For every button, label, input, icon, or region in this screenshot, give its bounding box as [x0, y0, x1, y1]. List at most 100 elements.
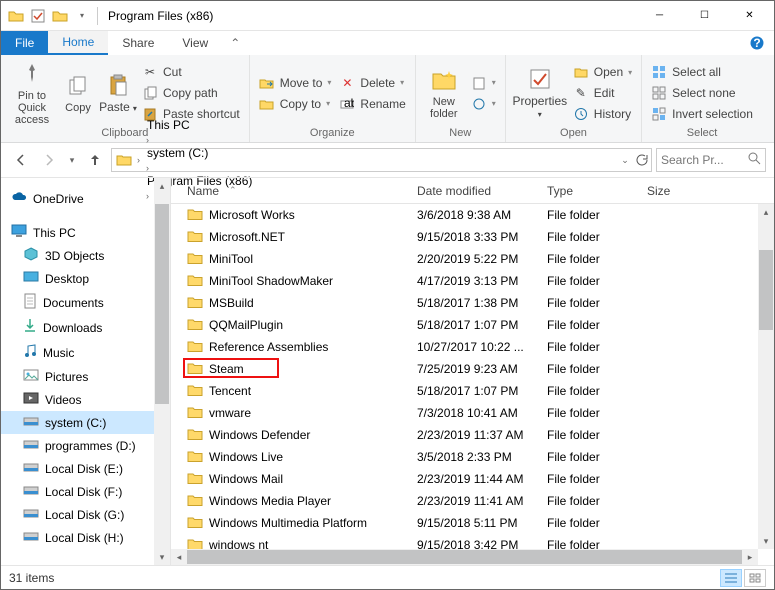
new-item-button[interactable]: ▾: [468, 74, 499, 92]
view-large-button[interactable]: [744, 569, 766, 587]
file-name: MiniTool ShadowMaker: [209, 274, 333, 288]
newfolder-qat-icon[interactable]: [51, 7, 69, 25]
cut-button[interactable]: ✂Cut: [139, 63, 243, 81]
minimize-button[interactable]: ─: [637, 1, 682, 30]
sidebar-item[interactable]: Pictures: [1, 365, 170, 388]
copy-icon: [64, 72, 92, 100]
table-row[interactable]: Windows Live3/5/2018 2:33 PMFile folder: [171, 446, 758, 468]
delete-icon: ✕: [339, 75, 355, 91]
col-type[interactable]: Type: [547, 184, 647, 198]
column-headers[interactable]: Name⌃ Date modified Type Size: [171, 178, 774, 204]
copy-to-button[interactable]: Copy to ▾: [256, 95, 335, 113]
col-name[interactable]: Name: [187, 184, 219, 198]
paste-button[interactable]: Paste ▾: [99, 57, 137, 127]
sidebar-item[interactable]: Downloads: [1, 315, 170, 340]
properties-qat-icon[interactable]: [29, 7, 47, 25]
table-row[interactable]: QQMailPlugin5/18/2017 1:07 PMFile folder: [171, 314, 758, 336]
history-button[interactable]: History: [570, 105, 635, 123]
delete-button[interactable]: ✕Delete ▾: [336, 74, 408, 92]
breadcrumb-seg[interactable]: system (C:): [143, 146, 256, 160]
nav-item-label: Local Disk (H:): [45, 531, 124, 545]
list-scrollbar-v[interactable]: ▴▾: [758, 204, 774, 549]
nav-item-icon: [23, 318, 37, 337]
close-button[interactable]: ✕: [727, 1, 772, 30]
copy-to-icon: [259, 96, 275, 112]
nav-back-button[interactable]: [9, 148, 33, 172]
nav-up-button[interactable]: [83, 148, 107, 172]
table-row[interactable]: Reference Assemblies10/27/2017 10:22 ...…: [171, 336, 758, 358]
table-row[interactable]: vmware7/3/2018 10:41 AMFile folder: [171, 402, 758, 424]
properties-button[interactable]: Properties ▾: [512, 57, 568, 127]
table-row[interactable]: Microsoft.NET9/15/2018 3:33 PMFile folde…: [171, 226, 758, 248]
tab-home[interactable]: Home: [48, 31, 108, 55]
table-row[interactable]: Windows Defender2/23/2019 11:37 AMFile f…: [171, 424, 758, 446]
tab-file[interactable]: File: [1, 31, 48, 55]
select-all-button[interactable]: Select all: [648, 63, 756, 81]
sidebar-item[interactable]: Local Disk (E:): [1, 457, 170, 480]
folder-qat-icon[interactable]: [7, 7, 25, 25]
select-none-button[interactable]: Select none: [648, 84, 756, 102]
breadcrumb-seg[interactable]: This PC: [143, 118, 256, 132]
table-row[interactable]: Microsoft Works3/6/2018 9:38 AMFile fold…: [171, 204, 758, 226]
copy-button[interactable]: Copy: [59, 57, 97, 127]
table-row[interactable]: Windows Mail2/23/2019 11:44 AMFile folde…: [171, 468, 758, 490]
sidebar-item[interactable]: Music: [1, 340, 170, 365]
navigation-pane[interactable]: OneDrive This PC 3D ObjectsDesktopDocume…: [1, 178, 171, 565]
table-row[interactable]: MSBuild5/18/2017 1:38 PMFile folder: [171, 292, 758, 314]
sidebar-item[interactable]: Local Disk (H:): [1, 526, 170, 549]
nav-recent-button[interactable]: ▾: [65, 148, 79, 172]
folder-icon: [187, 317, 203, 334]
search-input[interactable]: Search Pr...: [656, 148, 766, 172]
refresh-icon[interactable]: [633, 152, 649, 168]
file-type: File folder: [547, 494, 647, 508]
breadcrumb[interactable]: › This PC›system (C:)›Program Files (x86…: [111, 148, 652, 172]
maximize-button[interactable]: ☐: [682, 1, 727, 30]
new-folder-button[interactable]: New folder: [422, 57, 466, 127]
table-row[interactable]: Windows Media Player2/23/2019 11:41 AMFi…: [171, 490, 758, 512]
view-details-button[interactable]: [720, 569, 742, 587]
sidebar-item[interactable]: Local Disk (F:): [1, 480, 170, 503]
qat-dropdown-icon[interactable]: ▾: [73, 7, 91, 25]
file-date: 9/15/2018 5:11 PM: [417, 516, 547, 530]
nav-item-label: Pictures: [45, 370, 88, 384]
ribbon-collapse-icon[interactable]: ⌃: [222, 31, 248, 55]
open-button[interactable]: Open ▾: [570, 63, 635, 81]
tab-view[interactable]: View: [168, 31, 222, 55]
sidebar-item[interactable]: Documents: [1, 290, 170, 315]
col-size[interactable]: Size: [647, 184, 707, 198]
sidebar-item[interactable]: Desktop: [1, 267, 170, 290]
cut-icon: ✂: [142, 64, 158, 80]
sidebar-item[interactable]: Videos: [1, 388, 170, 411]
group-new: New: [422, 127, 499, 142]
move-to-button[interactable]: Move to ▾: [256, 74, 335, 92]
table-row[interactable]: Tencent5/18/2017 1:07 PMFile folder: [171, 380, 758, 402]
list-scrollbar-h[interactable]: ◂▸: [171, 549, 758, 565]
nav-forward-button[interactable]: [37, 148, 61, 172]
sidebar-item-thispc[interactable]: This PC: [1, 221, 170, 244]
pin-button[interactable]: Pin to Quick access: [7, 57, 57, 127]
sidebar-item[interactable]: Local Disk (G:): [1, 503, 170, 526]
sidebar-item[interactable]: 3D Objects: [1, 244, 170, 267]
sidebar-item[interactable]: system (C:): [1, 411, 170, 434]
help-icon[interactable]: ?: [740, 31, 774, 55]
copy-path-button[interactable]: Copy path: [139, 84, 243, 102]
file-type: File folder: [547, 230, 647, 244]
easy-access-button[interactable]: ▾: [468, 95, 499, 113]
svg-text:?: ?: [753, 36, 760, 50]
nav-scrollbar[interactable]: ▴▾: [154, 178, 170, 565]
invert-selection-button[interactable]: Invert selection: [648, 105, 756, 123]
sidebar-item-onedrive[interactable]: OneDrive: [1, 188, 170, 209]
file-date: 5/18/2017 1:07 PM: [417, 318, 547, 332]
rename-button[interactable]: abRename: [336, 95, 408, 113]
sidebar-item[interactable]: programmes (D:): [1, 434, 170, 457]
table-row[interactable]: MiniTool2/20/2019 5:22 PMFile folder: [171, 248, 758, 270]
table-row[interactable]: MiniTool ShadowMaker4/17/2019 3:13 PMFil…: [171, 270, 758, 292]
chevron-right-icon: ›: [143, 163, 152, 173]
table-row[interactable]: Windows Multimedia Platform9/15/2018 5:1…: [171, 512, 758, 534]
search-placeholder: Search Pr...: [661, 153, 724, 167]
edit-button[interactable]: ✎Edit: [570, 84, 635, 102]
table-row[interactable]: Steam7/25/2019 9:23 AMFile folder: [171, 358, 758, 380]
col-date[interactable]: Date modified: [417, 184, 547, 198]
address-dropdown-icon[interactable]: ⌄: [617, 152, 633, 168]
tab-share[interactable]: Share: [108, 31, 168, 55]
